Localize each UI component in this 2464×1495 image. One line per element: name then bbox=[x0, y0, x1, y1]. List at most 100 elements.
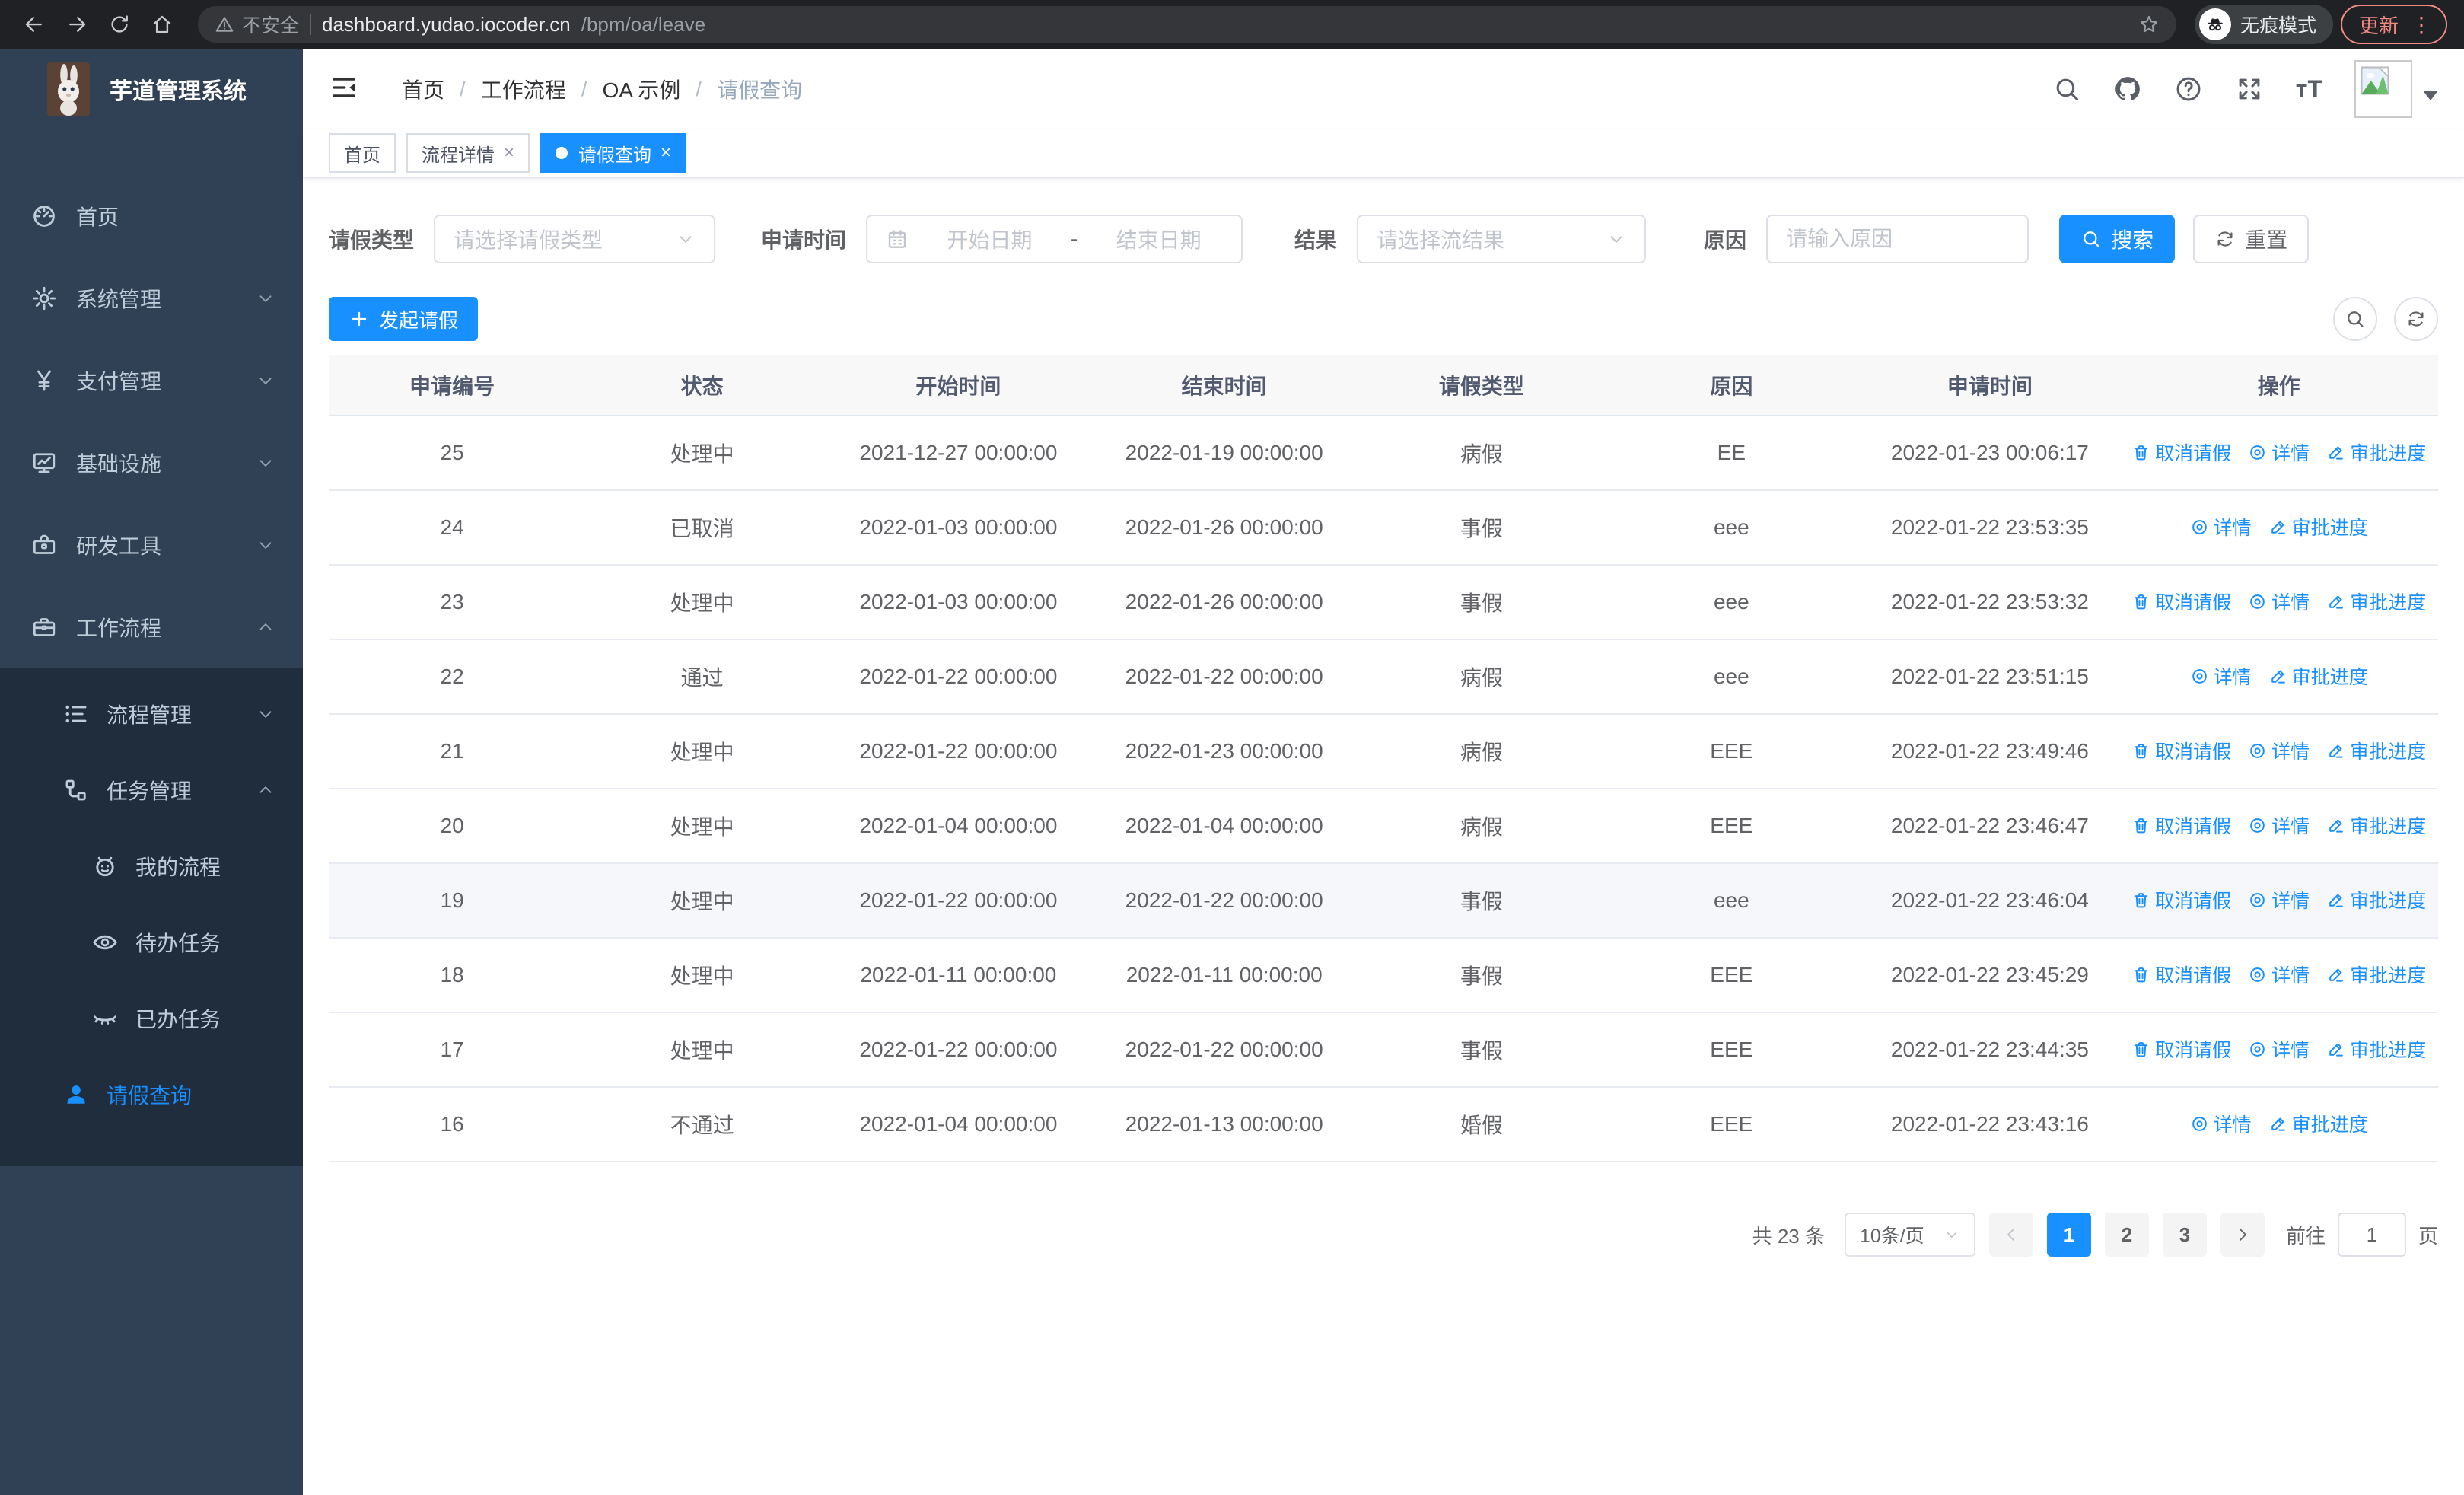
eye-closed-icon bbox=[91, 1005, 119, 1032]
detail-action-link[interactable]: 详情 bbox=[2248, 737, 2310, 764]
prev-page-button[interactable] bbox=[1988, 1213, 2033, 1257]
breadcrumb-item-home[interactable]: 首页 bbox=[402, 74, 444, 104]
reload-icon[interactable] bbox=[102, 7, 137, 42]
goto-label: 前往 bbox=[2285, 1224, 2326, 1248]
progress-action-link[interactable]: 审批进度 bbox=[2268, 1110, 2368, 1137]
breadcrumb-separator: / bbox=[460, 77, 466, 100]
search-button[interactable]: 搜索 bbox=[2059, 215, 2176, 263]
sidebar-subitem-5[interactable]: 请假查询 bbox=[0, 1057, 303, 1133]
breadcrumb-item-workflow[interactable]: 工作流程 bbox=[481, 74, 566, 104]
leave-type-select[interactable]: 请选择请假类型 bbox=[434, 215, 716, 263]
cell-actions: 取消请假 详情 审批进度 bbox=[2119, 1012, 2438, 1088]
back-icon[interactable] bbox=[17, 7, 52, 42]
cell-end: 2022-01-26 00:00:00 bbox=[1087, 490, 1361, 566]
detail-action-link[interactable]: 详情 bbox=[2248, 886, 2310, 913]
user-avatar[interactable] bbox=[2354, 60, 2438, 118]
create-leave-button[interactable]: 发起请假 bbox=[329, 297, 479, 341]
sidebar-subitem-label: 流程管理 bbox=[107, 703, 193, 727]
cancel-action-link[interactable]: 取消请假 bbox=[2131, 961, 2231, 988]
end-date-placeholder: 结束日期 bbox=[1116, 228, 1202, 252]
sidebar-subitem-1[interactable]: 任务管理 bbox=[0, 752, 303, 828]
sidebar-subitem-2[interactable]: 我的流程 bbox=[0, 828, 303, 904]
detail-action-link[interactable]: 详情 bbox=[2248, 438, 2310, 466]
page-button-1[interactable]: 1 bbox=[2046, 1213, 2091, 1257]
detail-action-link[interactable]: 详情 bbox=[2190, 1110, 2252, 1137]
not-secure-warning[interactable]: 不安全 bbox=[215, 11, 299, 38]
chevron-down-icon bbox=[1944, 1226, 1960, 1243]
page-button-2[interactable]: 2 bbox=[2104, 1213, 2149, 1257]
progress-action-link[interactable]: 审批进度 bbox=[2326, 961, 2426, 988]
cancel-action-link[interactable]: 取消请假 bbox=[2131, 588, 2231, 615]
trash-icon bbox=[2131, 443, 2150, 462]
progress-action-link[interactable]: 审批进度 bbox=[2268, 513, 2368, 540]
sidebar-subitem-0[interactable]: 流程管理 bbox=[0, 676, 303, 752]
url-divider bbox=[310, 14, 312, 35]
detail-action-link[interactable]: 详情 bbox=[2190, 513, 2252, 540]
close-icon[interactable]: × bbox=[661, 142, 671, 164]
refresh-table-button[interactable] bbox=[2394, 297, 2438, 341]
progress-action-link[interactable]: 审批进度 bbox=[2326, 737, 2426, 764]
url-bar[interactable]: 不安全 dashboard.yudao.iocoder.cn/bpm/oa/le… bbox=[198, 6, 2176, 43]
apply-time-label: 申请时间 bbox=[761, 228, 847, 252]
apply-time-range-picker[interactable]: 开始日期 - 结束日期 bbox=[866, 215, 1243, 263]
tab-process-detail[interactable]: 流程详情 × bbox=[406, 133, 530, 173]
next-page-button[interactable] bbox=[2220, 1213, 2265, 1257]
cancel-action-link[interactable]: 取消请假 bbox=[2131, 811, 2231, 839]
detail-action-link[interactable]: 详情 bbox=[2248, 961, 2310, 988]
tab-home[interactable]: 首页 bbox=[329, 133, 396, 173]
sidebar-item-5[interactable]: 工作流程 bbox=[0, 586, 303, 668]
page-size-select[interactable]: 10条/页 bbox=[1844, 1213, 1975, 1257]
sidebar-logo[interactable]: 芋道管理系统 bbox=[0, 49, 303, 129]
cancel-action-link[interactable]: 取消请假 bbox=[2131, 886, 2231, 913]
help-icon[interactable] bbox=[2174, 75, 2203, 104]
goto-page-input[interactable] bbox=[2337, 1213, 2406, 1257]
sidebar-item-2[interactable]: 支付管理 bbox=[0, 339, 303, 422]
leave-table: 申请编号 状态 开始时间 结束时间 请假类型 原因 申请时间 操作 25 处理中 2021-12-… bbox=[329, 355, 2438, 1162]
cell-status: 处理中 bbox=[575, 938, 829, 1013]
cancel-action-link[interactable]: 取消请假 bbox=[2131, 438, 2231, 466]
trash-icon bbox=[2131, 891, 2150, 910]
cell-reason: EEE bbox=[1603, 1087, 1861, 1162]
search-icon[interactable] bbox=[2052, 75, 2081, 104]
progress-action-link[interactable]: 审批进度 bbox=[2268, 662, 2368, 690]
cell-status: 已取消 bbox=[575, 490, 829, 566]
sidebar-subitem-3[interactable]: 待办任务 bbox=[0, 904, 303, 980]
tab-leave-query[interactable]: 请假查询 × bbox=[540, 133, 687, 173]
url-path: /bpm/oa/leave bbox=[581, 12, 706, 36]
toggle-search-button[interactable] bbox=[2333, 297, 2377, 341]
sidebar-subitem-4[interactable]: 已办任务 bbox=[0, 980, 303, 1057]
bookmark-star-icon[interactable] bbox=[2138, 14, 2160, 35]
sidebar-item-label: 首页 bbox=[76, 206, 119, 229]
cancel-action-link[interactable]: 取消请假 bbox=[2131, 1035, 2231, 1063]
progress-action-link[interactable]: 审批进度 bbox=[2326, 811, 2426, 839]
kebab-menu-icon[interactable]: ⋮ bbox=[2411, 12, 2432, 37]
page-button-3[interactable]: 3 bbox=[2162, 1213, 2207, 1257]
detail-action-link[interactable]: 详情 bbox=[2248, 588, 2310, 615]
progress-action-link[interactable]: 审批进度 bbox=[2326, 588, 2426, 615]
progress-action-link[interactable]: 审批进度 bbox=[2326, 886, 2426, 913]
result-select[interactable]: 请选择流结果 bbox=[1357, 215, 1647, 263]
font-size-icon[interactable]: тТ bbox=[2296, 77, 2322, 101]
progress-action-link[interactable]: 审批进度 bbox=[2326, 1035, 2426, 1063]
reason-input[interactable] bbox=[1768, 216, 2028, 262]
home-icon[interactable] bbox=[145, 7, 180, 42]
forward-icon[interactable] bbox=[59, 7, 94, 42]
reset-button[interactable]: 重置 bbox=[2193, 215, 2310, 263]
breadcrumb-item-oa[interactable]: OA 示例 bbox=[603, 74, 681, 104]
sidebar-item-0[interactable]: 首页 bbox=[0, 175, 303, 257]
fullscreen-icon[interactable] bbox=[2235, 75, 2264, 104]
dashboard-icon bbox=[30, 202, 58, 230]
eye-icon bbox=[91, 929, 119, 956]
close-icon[interactable]: × bbox=[504, 142, 514, 164]
sidebar-item-1[interactable]: 系统管理 bbox=[0, 257, 303, 339]
sidebar-item-4[interactable]: 研发工具 bbox=[0, 504, 303, 586]
browser-update-button[interactable]: 更新 ⋮ bbox=[2340, 5, 2447, 44]
sidebar-item-3[interactable]: 基础设施 bbox=[0, 422, 303, 504]
detail-action-link[interactable]: 详情 bbox=[2248, 811, 2310, 839]
cancel-action-link[interactable]: 取消请假 bbox=[2131, 737, 2231, 764]
github-icon[interactable] bbox=[2113, 75, 2142, 104]
detail-action-link[interactable]: 详情 bbox=[2190, 662, 2252, 690]
detail-action-link[interactable]: 详情 bbox=[2248, 1035, 2310, 1063]
progress-action-link[interactable]: 审批进度 bbox=[2326, 438, 2426, 466]
sidebar-collapse-icon[interactable] bbox=[329, 72, 362, 106]
